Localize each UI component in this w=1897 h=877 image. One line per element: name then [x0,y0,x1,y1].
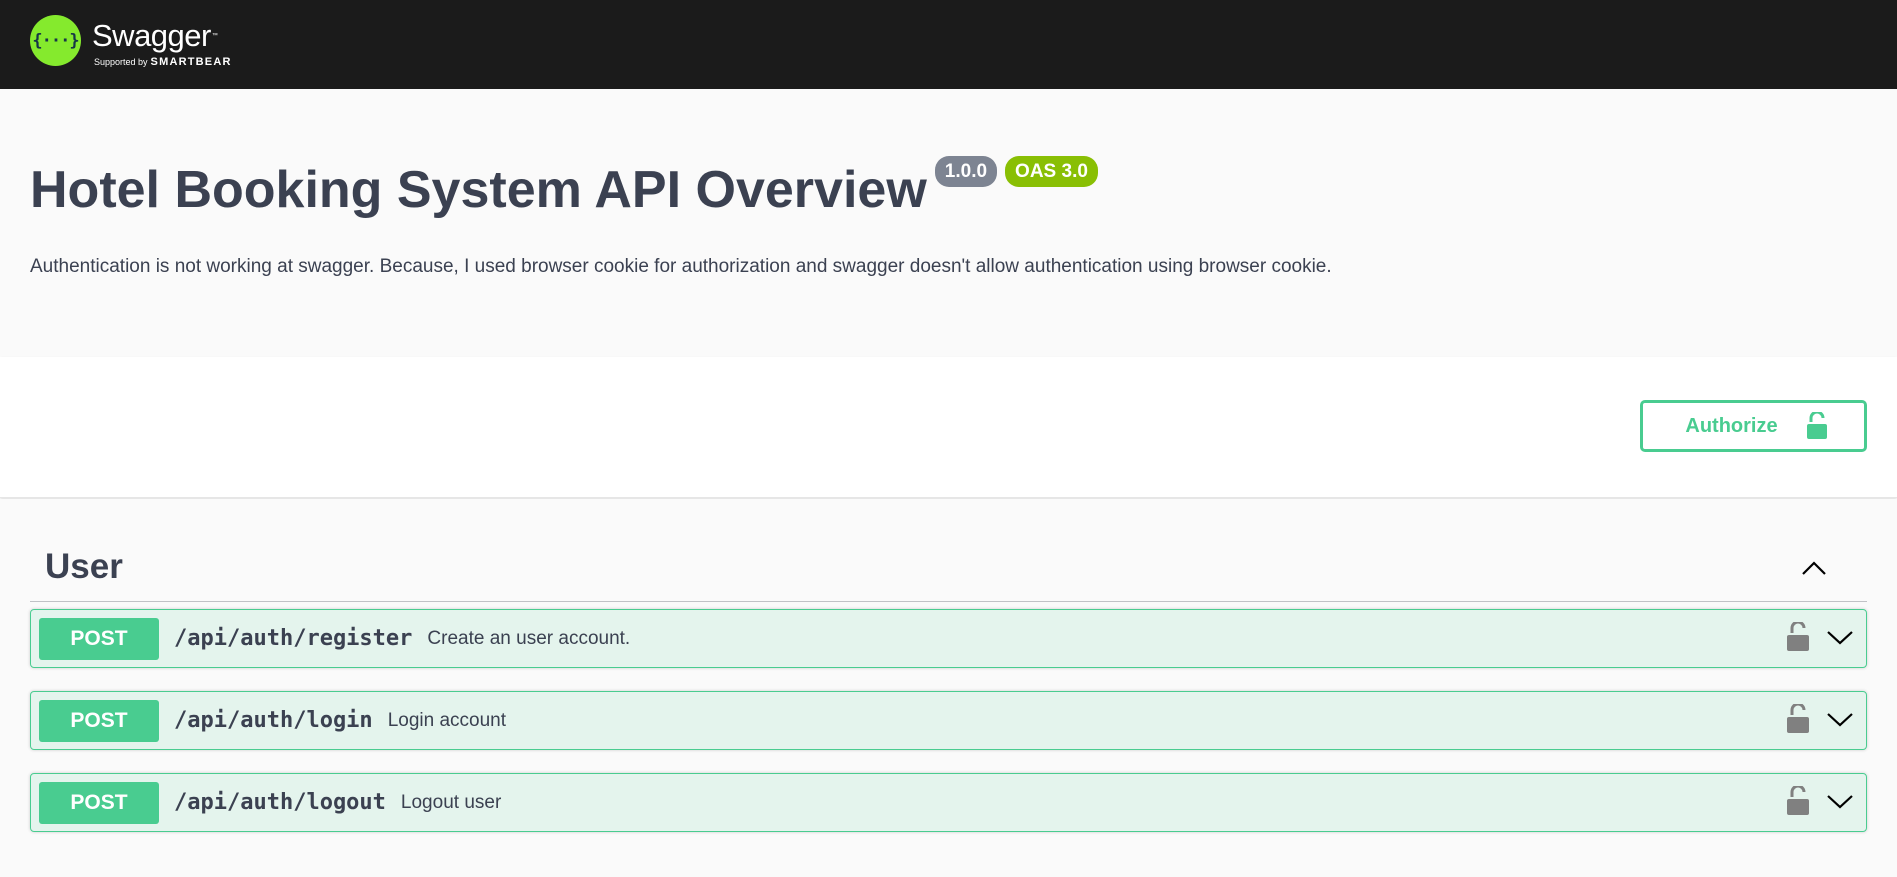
logo-brand: SMARTBEAR [150,56,232,68]
chevron-down-icon[interactable] [1826,623,1854,651]
operation-summary: Logout user [400,791,502,813]
http-method-badge: POST [39,781,159,824]
tag-section-user-header[interactable]: User [30,529,1867,602]
chevron-up-icon[interactable] [1799,553,1829,583]
chevron-down-icon[interactable] [1826,787,1854,815]
logo-supported-label: Supported by [94,57,148,67]
operations-section: User POST /api/auth/register Create an u… [0,499,1897,877]
operation-path: /api/auth/logout [174,790,386,815]
chevron-down-icon[interactable] [1826,705,1854,733]
authorize-button[interactable]: Authorize [1640,400,1867,452]
http-method-badge: POST [39,699,159,742]
operation-post-logout[interactable]: POST /api/auth/logout Logout user [30,773,1867,832]
page-title: Hotel Booking System API Overview [30,161,927,219]
logo-name: Swagger [92,18,211,53]
operation-controls [1786,786,1854,816]
info-section: Hotel Booking System API Overview 1.0.0 … [0,89,1897,357]
logo-supported-by: Supported by SMARTBEAR [94,56,232,68]
http-method-badge: POST [39,617,159,660]
operation-path: /api/auth/login [174,708,373,733]
operation-path: /api/auth/register [174,626,413,651]
operation-controls [1786,704,1854,734]
swagger-logo-link[interactable]: {···} Swagger™ Supported by SMARTBEAR [30,15,232,68]
unlocked-padlock-icon[interactable] [1786,786,1810,816]
operation-post-login[interactable]: POST /api/auth/login Login account [30,691,1867,750]
unlocked-padlock-icon [1806,412,1827,439]
unlocked-padlock-icon[interactable] [1786,704,1810,734]
schemes-container: Authorize [0,357,1897,498]
authorize-label: Authorize [1685,414,1778,437]
logo-wordmark: Swagger™ Supported by SMARTBEAR [92,15,232,69]
operation-summary: Login account [387,709,507,731]
operation-summary: Create an user account. [427,627,631,649]
swagger-logo-icon: {···} [30,15,81,66]
logo-glyph: {···} [32,30,79,51]
oas-version-badge: OAS 3.0 [1005,156,1098,187]
logo-trademark: ™ [211,33,218,39]
operation-post-register[interactable]: POST /api/auth/register Create an user a… [30,609,1867,668]
api-description: Authentication is not working at swagger… [30,256,1332,277]
topbar: {···} Swagger™ Supported by SMARTBEAR [0,0,1897,89]
operation-controls [1786,622,1854,652]
tag-name: User [45,547,123,586]
unlocked-padlock-icon[interactable] [1786,622,1810,652]
version-badge: 1.0.0 [934,156,998,187]
title-row: Hotel Booking System API Overview 1.0.0 … [30,156,1098,219]
